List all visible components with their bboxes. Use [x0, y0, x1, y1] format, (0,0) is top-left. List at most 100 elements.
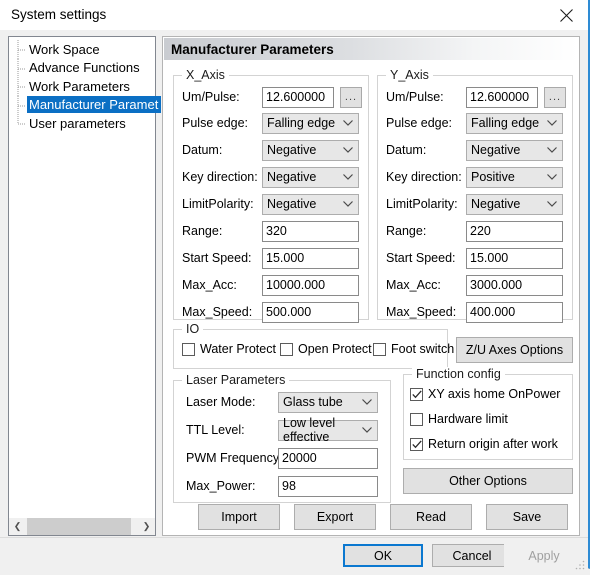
x-um-per-pulse-label: Um/Pulse:: [182, 90, 240, 104]
checkbox-checked-icon: [410, 387, 423, 401]
scroll-left-icon[interactable]: ❮: [9, 518, 26, 535]
manufacturer-parameters-panel: Manufacturer Parameters X_Axis Um/Pulse:…: [162, 36, 580, 536]
pwm-frequency-row: PWM Frequency: 20000: [186, 447, 378, 469]
y-max-acc-input[interactable]: 3000.000: [466, 274, 563, 296]
ttl-level-label: TTL Level:: [186, 423, 245, 437]
function-config-legend: Function config: [412, 367, 505, 381]
x-limit-polarity-select[interactable]: Negative: [262, 193, 359, 215]
other-options-button[interactable]: Other Options: [403, 468, 573, 494]
y-key-direction-row: Key direction: Positive: [386, 166, 563, 188]
laser-mode-value: Glass tube: [283, 395, 343, 409]
title-bar: System settings: [0, 0, 588, 30]
y-start-speed-row: Start Speed: 15.000: [386, 247, 563, 269]
y-limit-polarity-select[interactable]: Negative: [466, 193, 563, 215]
sidebar-item-advance-functions[interactable]: Advance Functions: [9, 58, 155, 78]
x-datum-label: Datum:: [182, 143, 223, 157]
ttl-level-select[interactable]: Low level effective: [278, 416, 378, 444]
sidebar-item-label: Work Space: [29, 41, 100, 57]
y-pulse-edge-select[interactable]: Falling edge: [466, 112, 563, 134]
laser-parameters-group: Laser Parameters Laser Mode: Glass tube …: [173, 373, 391, 503]
scroll-right-icon[interactable]: ❯: [138, 518, 155, 535]
x-datum-select[interactable]: Negative: [262, 139, 359, 161]
export-button[interactable]: Export: [294, 504, 376, 530]
y-limit-polarity-label: LimitPolarity:: [386, 197, 458, 211]
checkbox-icon: [182, 342, 195, 356]
scrollbar-thumb[interactable]: [27, 518, 131, 535]
chevron-down-icon: [547, 168, 557, 187]
checkbox-label: Open Protect: [298, 342, 372, 356]
checkbox-xy-axis-home-onpower[interactable]: XY axis home OnPower: [410, 387, 560, 401]
y-pulse-edge-value: Falling edge: [471, 116, 540, 130]
tree-horizontal-scrollbar[interactable]: ❮ ❯: [9, 518, 155, 535]
function-config-group: Function config XY axis home OnPower Har…: [403, 367, 573, 460]
x-axis-group: X_Axis Um/Pulse: 12.600000 ... Pulse edg…: [173, 68, 369, 323]
y-start-speed-label: Start Speed:: [386, 251, 456, 265]
io-legend: IO: [182, 322, 204, 336]
checkbox-label: Hardware limit: [428, 412, 508, 426]
y-max-speed-label: Max_Speed:: [386, 305, 457, 319]
checkbox-icon: [373, 342, 386, 356]
x-limit-polarity-row: LimitPolarity: Negative: [182, 193, 359, 215]
checkbox-label: Water Protect: [200, 342, 276, 356]
checkbox-foot-switch[interactable]: Foot switch: [373, 342, 454, 356]
y-start-speed-input[interactable]: 15.000: [466, 247, 563, 269]
x-key-direction-select[interactable]: Negative: [262, 166, 359, 188]
sidebar-item-user-parameters[interactable]: User parameters: [9, 114, 155, 133]
window-title: System settings: [11, 7, 107, 22]
sidebar-item-label: Work Parameters: [29, 78, 130, 94]
checkbox-return-origin-after-work[interactable]: Return origin after work: [410, 437, 558, 451]
checkbox-label: Foot switch: [391, 342, 455, 356]
chevron-down-icon: [362, 421, 372, 440]
ttl-level-row: TTL Level: Low level effective: [186, 416, 378, 444]
x-range-label: Range:: [182, 224, 223, 238]
system-settings-dialog: System settings Work Space Advance Funct…: [0, 0, 590, 570]
save-button[interactable]: Save: [486, 504, 568, 530]
x-max-speed-input[interactable]: 500.000: [262, 301, 359, 323]
read-button[interactable]: Read: [390, 504, 472, 530]
checkbox-hardware-limit[interactable]: Hardware limit: [410, 412, 508, 426]
y-range-input[interactable]: 220: [466, 220, 563, 242]
chevron-down-icon: [547, 114, 557, 133]
tree-branch-icon: [17, 114, 29, 133]
sidebar-item-label: User parameters: [29, 115, 126, 131]
y-datum-select[interactable]: Negative: [466, 139, 563, 161]
y-um-per-pulse-browse-button[interactable]: ...: [544, 86, 566, 108]
y-key-direction-select[interactable]: Positive: [466, 166, 563, 188]
x-key-direction-label: Key direction:: [182, 170, 258, 184]
resize-grip-icon[interactable]: [575, 557, 585, 570]
checkbox-icon: [280, 342, 293, 356]
y-pulse-edge-row: Pulse edge: Falling edge: [386, 112, 563, 134]
y-datum-value: Negative: [471, 143, 521, 157]
y-um-per-pulse-input[interactable]: 12.600000: [466, 86, 538, 108]
cancel-button[interactable]: Cancel: [432, 544, 512, 567]
laser-mode-label: Laser Mode:: [186, 395, 256, 409]
checkbox-open-protect[interactable]: Open Protect: [280, 342, 372, 356]
import-button[interactable]: Import: [198, 504, 280, 530]
laser-mode-select[interactable]: Glass tube: [278, 391, 378, 413]
x-range-input[interactable]: 320: [262, 220, 359, 242]
chevron-down-icon: [547, 141, 557, 160]
x-max-acc-input[interactable]: 10000.000: [262, 274, 359, 296]
x-um-per-pulse-browse-button[interactable]: ...: [340, 86, 362, 108]
zu-axes-options-button[interactable]: Z/U Axes Options: [456, 337, 573, 363]
x-um-per-pulse-input[interactable]: 12.600000: [262, 86, 334, 108]
y-max-speed-input[interactable]: 400.000: [466, 301, 563, 323]
sidebar-item-label: Manufacturer Paramet: [27, 96, 162, 114]
ok-button[interactable]: OK: [343, 544, 423, 567]
close-icon[interactable]: [544, 0, 588, 30]
max-power-input[interactable]: 98: [278, 475, 378, 497]
checkbox-water-protect[interactable]: Water Protect: [182, 342, 276, 356]
x-um-per-pulse-row: Um/Pulse: 12.600000 ...: [182, 86, 362, 108]
max-power-label: Max_Power:: [186, 479, 256, 493]
pwm-frequency-input[interactable]: 20000: [278, 447, 378, 469]
y-um-per-pulse-label: Um/Pulse:: [386, 90, 444, 104]
sidebar-item-work-space[interactable]: Work Space: [9, 40, 155, 59]
sidebar-item-work-parameters[interactable]: Work Parameters: [9, 77, 155, 96]
y-pulse-edge-label: Pulse edge:: [386, 116, 453, 130]
checkbox-checked-icon: [410, 437, 423, 451]
y-datum-row: Datum: Negative: [386, 139, 563, 161]
x-start-speed-input[interactable]: 15.000: [262, 247, 359, 269]
scrollbar-track[interactable]: [131, 518, 138, 535]
x-pulse-edge-select[interactable]: Falling edge: [262, 112, 359, 134]
sidebar-item-manufacturer-parameters[interactable]: Manufacturer Paramet: [9, 95, 162, 115]
